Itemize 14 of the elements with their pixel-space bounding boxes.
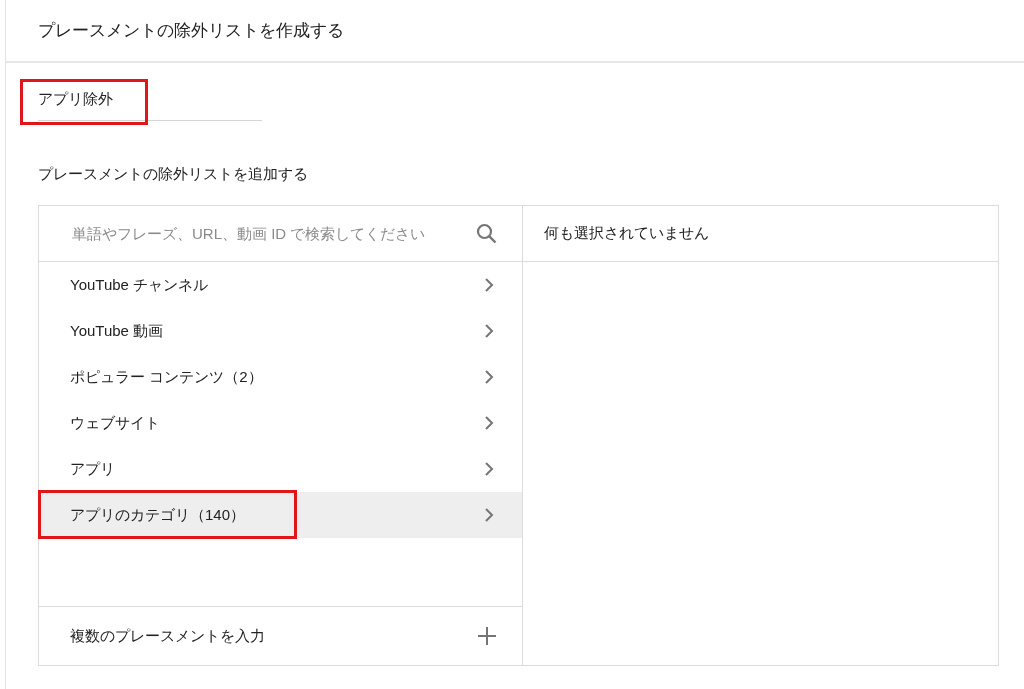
chevron-right-icon [484, 508, 494, 522]
category-item[interactable]: アプリのカテゴリ（140） [39, 492, 522, 538]
chevron-right-icon [484, 324, 494, 338]
list-name-field[interactable]: アプリ除外 [38, 91, 262, 121]
chevron-right-icon [484, 462, 494, 476]
add-multiple-row[interactable]: 複数のプレースメントを入力 [39, 606, 522, 665]
plus-icon [478, 627, 496, 645]
section-label: プレースメントの除外リストを追加する [38, 165, 309, 184]
empty-selection-message: 何も選択されていません [544, 224, 709, 243]
chevron-right-icon [484, 370, 494, 384]
search-icon [476, 223, 497, 244]
page-title: プレースメントの除外リストを作成する [38, 20, 344, 42]
chevron-right-icon [484, 278, 494, 292]
chevron-right-icon [484, 416, 494, 430]
